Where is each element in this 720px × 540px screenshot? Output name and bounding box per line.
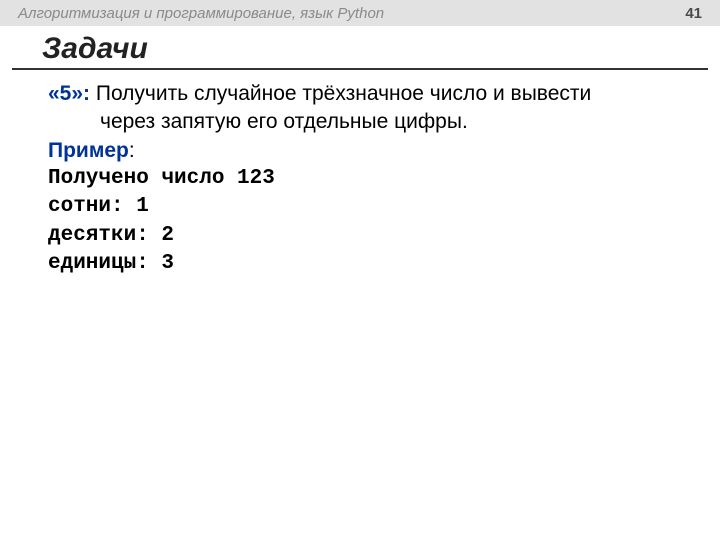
output-line1: Получено число 123 bbox=[48, 167, 275, 190]
example-colon: : bbox=[129, 139, 135, 162]
example-output: Получено число 123 сотни: 1 десятки: 2 е… bbox=[48, 165, 690, 278]
task-description-line2: через запятую его отдельные цифры. bbox=[48, 108, 690, 136]
example-block: Пример: bbox=[48, 137, 690, 165]
output-line4: единицы: 3 bbox=[48, 252, 174, 275]
task-block: «5»: Получить случайное трёхзначное числ… bbox=[48, 80, 690, 137]
course-title: Алгоритмизация и программирование, язык … bbox=[18, 5, 384, 22]
output-line2: сотни: 1 bbox=[48, 195, 149, 218]
task-description-line1: Получить случайное трёхзначное число и в… bbox=[90, 82, 591, 105]
example-label: Пример bbox=[48, 139, 129, 162]
output-line3: десятки: 2 bbox=[48, 224, 174, 247]
slide-title: Задачи bbox=[12, 26, 708, 70]
task-level-label: «5»: bbox=[48, 82, 90, 105]
page-number: 41 bbox=[685, 5, 702, 22]
header-bar: Алгоритмизация и программирование, язык … bbox=[0, 0, 720, 26]
slide-content: «5»: Получить случайное трёхзначное числ… bbox=[0, 70, 720, 278]
